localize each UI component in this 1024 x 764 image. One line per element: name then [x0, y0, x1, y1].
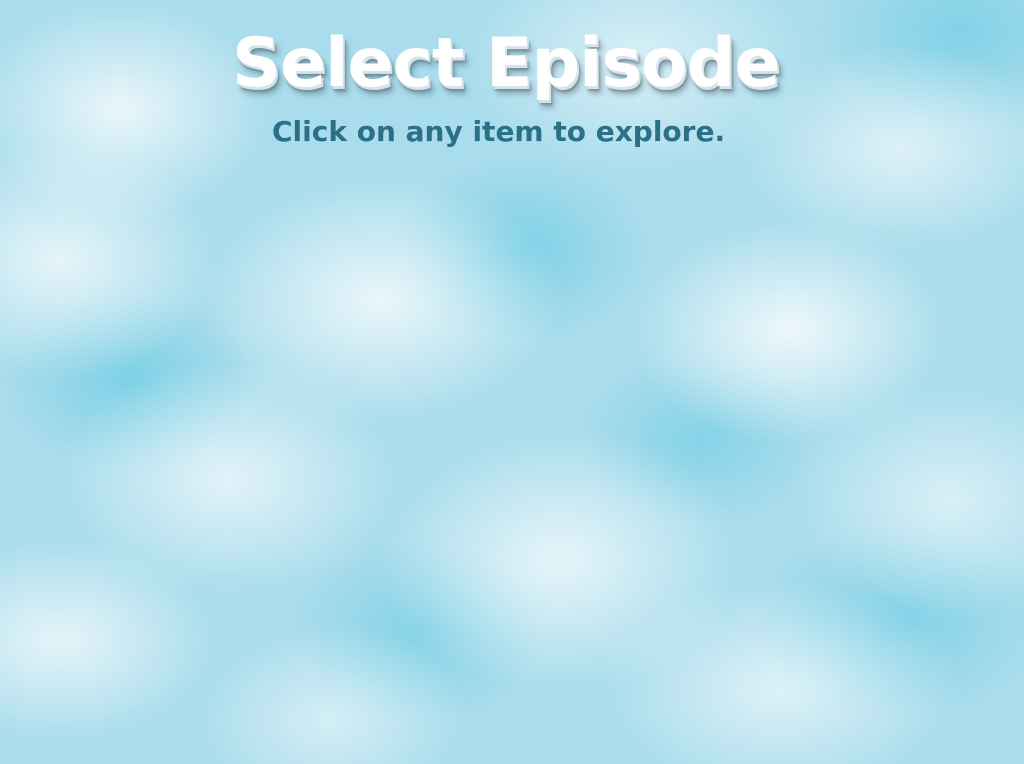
instruction-text: Click on any item to explore. — [272, 115, 726, 148]
screen-title: Select Episode — [232, 24, 780, 103]
episode-item-area — [0, 170, 1024, 764]
episode-select-screen: Select Episode Click on any item to expl… — [0, 0, 1024, 764]
